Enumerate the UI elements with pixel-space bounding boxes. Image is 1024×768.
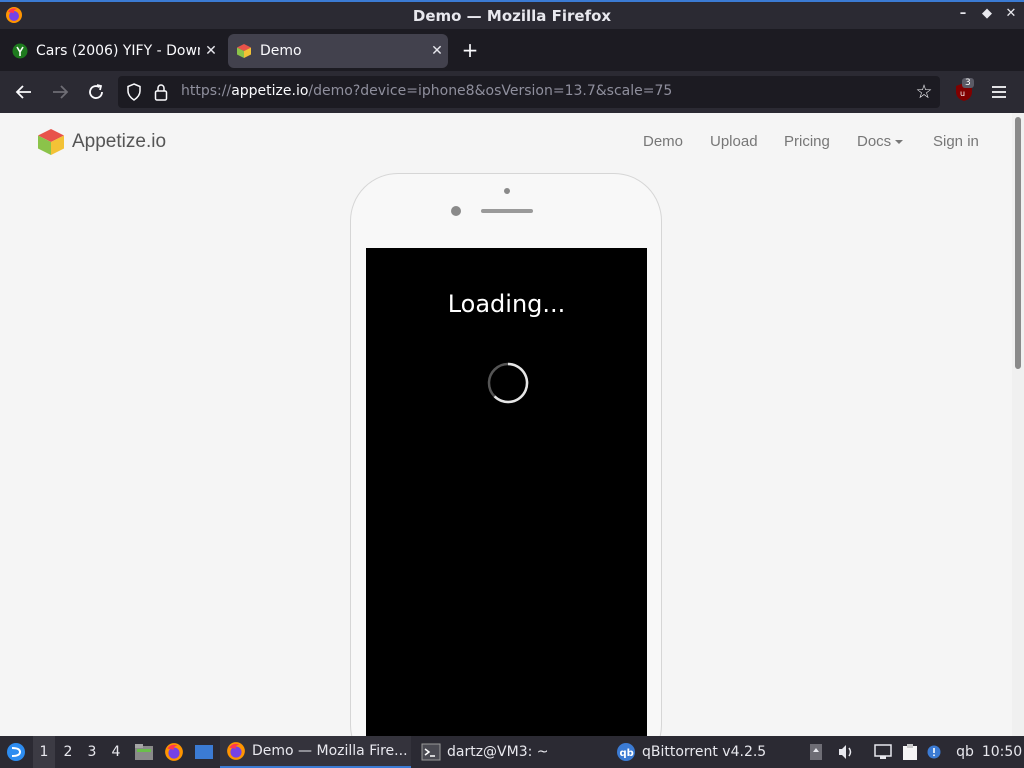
nav-docs-label: Docs (857, 133, 892, 150)
lock-icon[interactable] (154, 83, 168, 101)
url-host: appetize.io (231, 83, 309, 99)
url-text[interactable]: https://appetize.io/demo?device=iphone8&… (181, 83, 672, 99)
firefox-launcher[interactable] (164, 736, 184, 768)
firefox-icon (165, 743, 183, 761)
task-label: Demo — Mozilla Fire... (252, 743, 408, 759)
forward-button[interactable] (48, 80, 72, 104)
close-tab-icon[interactable]: ✕ (426, 43, 448, 59)
workspace-4[interactable]: 4 (105, 736, 127, 768)
clock[interactable]: 10:50 (982, 736, 1022, 768)
loading-text: Loading... (447, 290, 566, 318)
svg-text:u: u (960, 89, 965, 98)
yify-favicon-icon (12, 43, 28, 59)
window-titlebar: Demo — Mozilla Firefox – ◆ ✕ (0, 0, 1024, 29)
front-camera (451, 206, 461, 216)
firefox-icon (227, 742, 245, 760)
web-page: Appetize.io Demo Upload Pricing Docs Sig… (0, 113, 1012, 736)
tab-demo[interactable]: Demo ✕ (228, 34, 448, 68)
speaker-volume-icon (839, 745, 852, 759)
earpiece-speaker (481, 209, 533, 213)
site-nav: Demo Upload Pricing Docs Sign in (0, 133, 1012, 153)
tab-title: Demo (260, 43, 302, 59)
maximize-button[interactable]: ◆ (980, 6, 994, 21)
new-tab-button[interactable]: + (458, 38, 482, 62)
workspace-3[interactable]: 3 (81, 736, 103, 768)
network-button[interactable] (872, 736, 894, 768)
minimize-button[interactable]: – (956, 6, 970, 21)
tray-qbittorrent-icon[interactable]: qb (955, 736, 975, 768)
bookmark-star-icon[interactable]: ☆ (912, 80, 936, 104)
scrollbar-thumb[interactable] (1015, 117, 1021, 369)
tab-title: Cars (2006) YIFY - Downl (36, 43, 200, 59)
nav-upload-link[interactable]: Upload (710, 133, 758, 150)
task-label: dartz@VM3: ~ (447, 744, 549, 760)
workspace-2[interactable]: 2 (57, 736, 79, 768)
back-button[interactable] (12, 80, 36, 104)
nav-docs-dropdown[interactable]: Docs (857, 133, 904, 150)
caret-down-icon (895, 140, 904, 145)
network-icon (874, 744, 892, 759)
close-tab-icon[interactable]: ✕ (200, 43, 222, 59)
reload-icon (89, 84, 103, 99)
notification-button[interactable] (926, 736, 942, 768)
firefox-icon (6, 7, 22, 23)
info-notification-icon (927, 745, 941, 759)
task-firefox[interactable]: Demo — Mozilla Fire... (220, 736, 411, 768)
tab-bar: Cars (2006) YIFY - Downl ✕ Demo ✕ + (0, 29, 1024, 71)
extension-badge: 3 (962, 78, 974, 88)
show-desktop-button[interactable] (193, 736, 215, 768)
arrow-right-icon (53, 85, 69, 99)
task-label: qBittorrent v4.2.5 (642, 744, 767, 760)
url-path: /demo?device=iphone8&osVersion=13.7&scal… (308, 83, 673, 99)
task-qbittorrent[interactable]: qb qBittorrent v4.2.5 (610, 736, 795, 768)
window-title: Demo — Mozilla Firefox (412, 6, 612, 25)
terminal-icon (421, 743, 441, 761)
device-screen[interactable]: Loading... (366, 248, 647, 736)
tray-indicator[interactable] (808, 736, 824, 768)
arrow-left-icon (15, 85, 31, 99)
app-launcher-icon (7, 743, 25, 761)
page-scrollbar[interactable] (1012, 113, 1024, 736)
reload-button[interactable] (84, 80, 108, 104)
close-window-button[interactable]: ✕ (1004, 6, 1018, 21)
keyboard-layout-icon (810, 744, 822, 760)
workspace-1[interactable]: 1 (33, 736, 55, 768)
window-controls: – ◆ ✕ (956, 6, 1018, 21)
folder-icon (135, 744, 153, 760)
tab-cars[interactable]: Cars (2006) YIFY - Downl ✕ (4, 34, 222, 68)
taskbar: 1 2 3 4 Demo — Mozilla Fire... dartz@VM3… (0, 736, 1024, 768)
nav-signin-link[interactable]: Sign in (933, 133, 979, 150)
clipboard-button[interactable] (900, 736, 920, 768)
url-bar[interactable]: https://appetize.io/demo?device=iphone8&… (118, 76, 940, 108)
nav-pricing-link[interactable]: Pricing (784, 133, 830, 150)
desktop-icon (195, 745, 213, 759)
loading-spinner-icon (487, 362, 529, 404)
volume-button[interactable] (835, 736, 857, 768)
svg-text:qb: qb (620, 748, 634, 759)
start-menu-button[interactable] (4, 736, 28, 768)
clipboard-icon (903, 744, 917, 760)
file-manager-launcher[interactable] (134, 736, 154, 768)
url-scheme: https:// (181, 83, 232, 99)
qbittorrent-icon: qb (617, 743, 635, 761)
menu-icon[interactable] (990, 83, 1008, 101)
navigation-toolbar: https://appetize.io/demo?device=iphone8&… (0, 71, 1024, 113)
tracking-protection-shield-icon[interactable] (126, 83, 142, 101)
appetize-favicon-icon (237, 44, 251, 58)
proximity-sensor (504, 188, 510, 194)
task-terminal[interactable]: dartz@VM3: ~ (415, 736, 595, 768)
nav-demo-link[interactable]: Demo (643, 133, 683, 150)
ublock-extension-button[interactable]: u 3 (955, 78, 974, 102)
